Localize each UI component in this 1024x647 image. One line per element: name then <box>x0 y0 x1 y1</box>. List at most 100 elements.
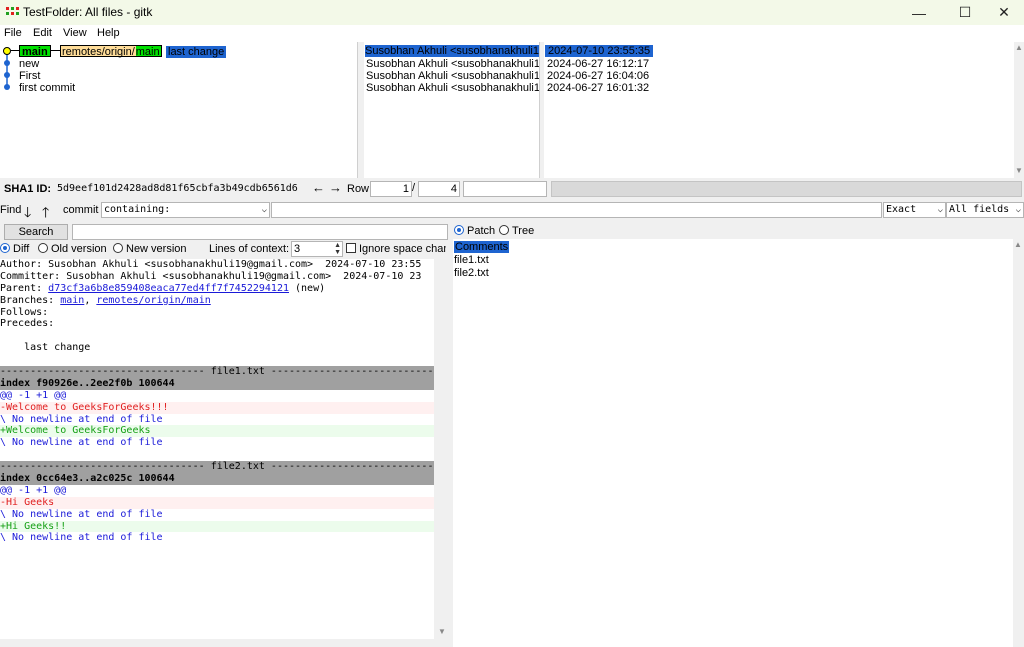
file-header-file1: ---------------------------------- file1… <box>0 366 434 378</box>
radio-icon <box>38 243 48 253</box>
commit-message[interactable]: first commit <box>19 82 75 94</box>
diff-mode-diff[interactable]: Diff <box>0 243 29 255</box>
back-arrow-icon[interactable]: ← <box>312 180 325 195</box>
minimize-button[interactable]: — <box>896 0 942 25</box>
maximize-button[interactable]: ☐ <box>942 0 988 25</box>
commit-author[interactable]: Susobhan Akhuli <susobhanakhuli19@ <box>365 45 539 57</box>
commit-node <box>4 84 10 90</box>
diff-precedes: Precedes: <box>0 318 55 330</box>
status-bar <box>551 181 1022 197</box>
commit-author[interactable]: Susobhan Akhuli <susobhanakhuli19@ <box>366 58 539 70</box>
branch-tag-remote[interactable]: remotes/origin/main <box>60 45 162 58</box>
added-line: +Welcome to GeeksForGeeks <box>0 425 434 438</box>
find-type-label: commit <box>63 204 99 216</box>
commit-date[interactable]: 2024-06-27 16:04:06 <box>547 70 649 82</box>
commit-author[interactable]: Susobhan Akhuli <susobhanakhuli19@ <box>366 82 539 94</box>
forward-arrow-icon[interactable]: → <box>329 180 342 195</box>
added-line: +Hi Geeks!! <box>0 520 434 533</box>
find-fields-value: All fields <box>949 204 1010 215</box>
spin-arrows-icon[interactable]: ▲ ▼ <box>334 242 341 256</box>
file-list-item[interactable]: file2.txt <box>454 267 489 279</box>
sha1-field[interactable]: 5d9eef101d2428ad8d81f65cbfa3b49cdb6561d6 <box>54 181 308 197</box>
radio-selected-icon <box>454 225 464 235</box>
find-mode-value: containing: <box>104 204 171 215</box>
title-bar: TestFolder: All files - gitk — ☐ ✕ <box>0 0 1024 25</box>
menu-edit[interactable]: Edit <box>33 27 52 39</box>
menu-file[interactable]: File <box>4 27 22 39</box>
search-button[interactable]: Search <box>4 224 68 240</box>
context-value: 3 <box>294 243 301 255</box>
ignore-space-label: Ignore space chan <box>359 243 446 255</box>
commit-author-pane[interactable]: Susobhan Akhuli <susobhanakhuli19@ Susob… <box>364 42 540 178</box>
view-mode-patch[interactable]: Patch <box>454 225 495 237</box>
parent-suffix: (new) <box>289 282 326 294</box>
file-index-file1: index f90926e..2ee2f0b 100644 <box>0 377 434 390</box>
commit-list-scrollbar[interactable]: ▲ ▼ <box>1014 42 1024 178</box>
find-label: Find <box>0 204 22 216</box>
file-index-file2: index 0cc64e3..a2c025c 100644 <box>0 473 434 485</box>
progress-field <box>463 181 547 197</box>
commit-graph-pane[interactable]: main remotes/origin/main last change new… <box>0 42 358 178</box>
diff-option-label: Old version <box>51 243 107 255</box>
branch-link-main[interactable]: main <box>60 295 84 306</box>
close-button[interactable]: ✕ <box>984 0 1024 25</box>
find-mode-select[interactable]: containing: ⌵ <box>101 202 270 218</box>
commit-message[interactable]: last change <box>166 46 227 58</box>
diff-committer: Committer: Susobhan Akhuli <susobhanakhu… <box>0 270 422 282</box>
removed-line: -Hi Geeks <box>0 496 434 509</box>
file-list-item[interactable]: file1.txt <box>454 254 489 266</box>
diff-option-label: New version <box>126 243 187 255</box>
sha1-label: SHA1 ID: <box>4 183 52 195</box>
find-fields-select[interactable]: All fields ⌵ <box>946 202 1024 218</box>
view-mode-tree[interactable]: Tree <box>499 225 534 237</box>
head-commit-node <box>3 47 11 55</box>
no-newline-line: \ No newline at end of file <box>0 508 163 520</box>
branch-link-remote[interactable]: remotes/origin/main <box>96 295 210 306</box>
parent-hash-link[interactable]: d73cf3a6b8e859408eaca77ed4ff7f7452294121 <box>48 283 289 294</box>
window-title: TestFolder: All files - gitk <box>23 5 153 19</box>
file-header-file2: ---------------------------------- file2… <box>0 461 434 474</box>
radio-icon <box>113 243 123 253</box>
no-newline-line: \ No newline at end of file <box>0 437 163 449</box>
remote-branch-name: main <box>135 46 161 58</box>
diff-scrollbar[interactable]: ▼ <box>434 259 450 639</box>
menu-view[interactable]: View <box>63 27 87 39</box>
commit-author[interactable]: Susobhan Akhuli <susobhanakhuli19@ <box>366 70 539 82</box>
commit-date[interactable]: 2024-06-27 16:01:32 <box>547 82 649 94</box>
checkbox-icon <box>346 243 356 253</box>
file-list-scrollbar[interactable]: ▲ <box>1013 239 1024 647</box>
commit-message[interactable]: First <box>19 70 40 82</box>
view-mode-label: Tree <box>512 225 535 237</box>
file-list[interactable]: Comments file1.txt file2.txt <box>453 239 1013 647</box>
commit-date[interactable]: 2024-06-27 16:12:17 <box>547 58 649 70</box>
commit-date[interactable]: 2024-07-10 23:55:35 <box>545 45 654 57</box>
find-match-select[interactable]: Exact ⌵ <box>883 202 946 218</box>
ignore-space-checkbox[interactable]: Ignore space chan <box>346 243 446 255</box>
branch-tag-main[interactable]: main <box>19 45 51 58</box>
file-list-item-comments[interactable]: Comments <box>454 241 510 253</box>
context-lines-spinbox[interactable]: 3 ▲ ▼ <box>291 241 343 257</box>
remote-prefix: remotes/origin/ <box>61 46 136 58</box>
gitk-app-icon <box>6 7 19 18</box>
removed-line: -Welcome to GeeksForGeeks!!! <box>0 401 434 414</box>
diff-view[interactable]: Author: Susobhan Akhuli <susobhanakhuli1… <box>0 259 434 639</box>
commit-date-pane[interactable]: 2024-07-10 23:55:35 2024-06-27 16:12:17 … <box>544 42 1014 178</box>
menu-help[interactable]: Help <box>97 27 120 39</box>
commit-message[interactable]: new <box>19 58 39 70</box>
diff-mode-old-version[interactable]: Old version <box>38 243 107 255</box>
search-input[interactable] <box>72 224 448 240</box>
diff-option-label: Diff <box>13 243 30 255</box>
branch-separator: , <box>84 294 97 306</box>
find-text-input[interactable] <box>271 202 882 218</box>
diff-mode-new-version[interactable]: New version <box>113 243 187 255</box>
chevron-down-icon: ⌵ <box>937 205 943 215</box>
sha1-bar: SHA1 ID: 5d9eef101d2428ad8d81f65cbfa3b49… <box>0 178 1024 200</box>
find-match-value: Exact <box>886 204 917 215</box>
radio-icon <box>499 225 509 235</box>
find-bar: Find 🡓 🡑 commit containing: ⌵ Exact ⌵ Al… <box>0 200 1024 221</box>
hunk-header: @@ -1 +1 @@ <box>0 484 67 496</box>
row-label: Row <box>347 183 370 195</box>
